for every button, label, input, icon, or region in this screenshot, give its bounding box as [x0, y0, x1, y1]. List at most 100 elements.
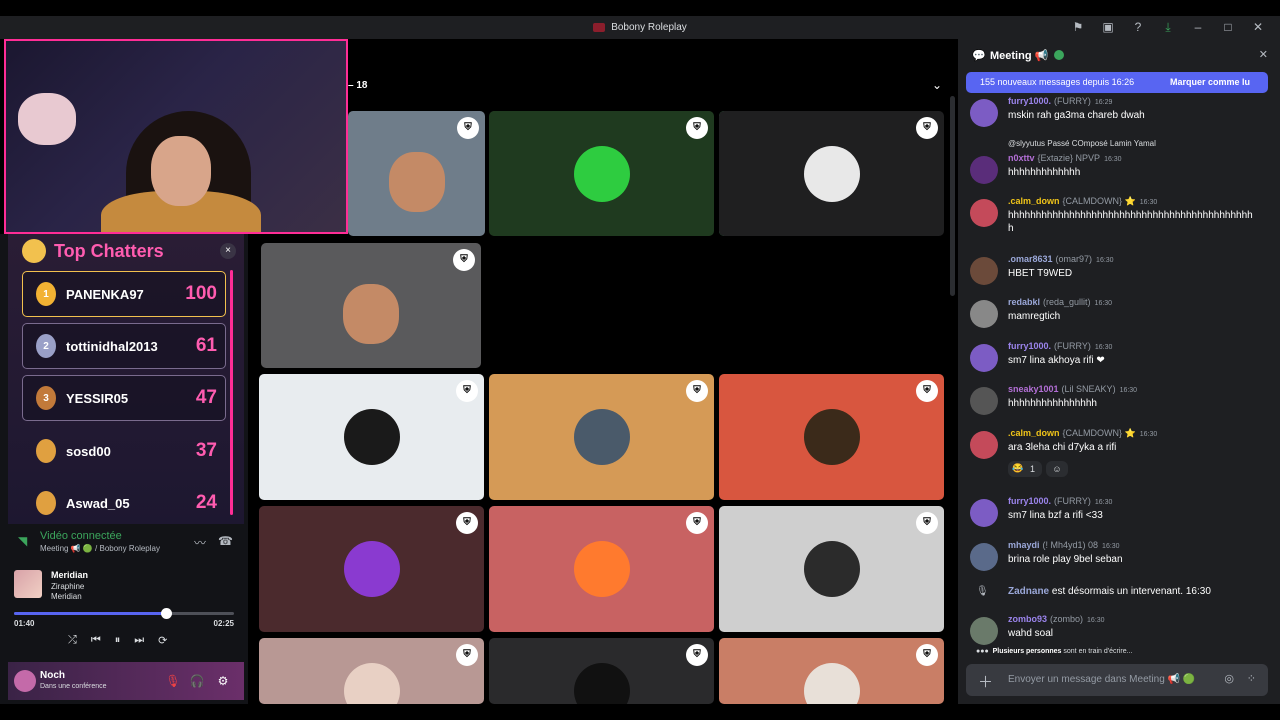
- help-icon[interactable]: ?: [1130, 20, 1146, 34]
- avatar[interactable]: [970, 156, 998, 184]
- message-author[interactable]: furry1000.: [1008, 496, 1051, 506]
- message-meta: .calm_down {CALMDOWN} ⭐ 16:30: [1008, 428, 1157, 439]
- avatar-tile[interactable]: ⛨: [489, 111, 714, 236]
- message-time: 16:30: [1102, 543, 1120, 550]
- top-chatters-header: Top Chatters ×: [8, 234, 244, 268]
- message-author[interactable]: furry1000.: [1008, 96, 1051, 106]
- top-chatters-scrollbar[interactable]: [230, 270, 233, 515]
- mute-mic-icon[interactable]: 🎙: [164, 672, 182, 690]
- shield-icon[interactable]: ⛨: [686, 644, 708, 666]
- shield-icon[interactable]: ⛨: [916, 644, 938, 666]
- shield-icon[interactable]: ⛨: [916, 117, 938, 139]
- video-tile[interactable]: ⛨: [261, 243, 481, 368]
- signal-icon[interactable]: ◥: [18, 534, 32, 548]
- avatar-tile[interactable]: ⛨: [489, 638, 714, 704]
- shield-icon[interactable]: ⛨: [686, 380, 708, 402]
- pause-icon[interactable]: ⏸: [115, 634, 121, 647]
- maximize-icon[interactable]: □: [1220, 20, 1236, 34]
- message-time: 16:30: [1094, 300, 1113, 307]
- add-reaction-icon[interactable]: ☺: [1046, 461, 1068, 477]
- avatar[interactable]: [970, 387, 998, 415]
- screen-icon[interactable]: ▣: [1100, 20, 1116, 34]
- grid-scrollbar[interactable]: [950, 96, 955, 296]
- video-tile[interactable]: ⛨: [348, 111, 485, 236]
- plus-icon[interactable]: ＋: [978, 671, 993, 692]
- headphones-icon[interactable]: 🎧: [188, 672, 206, 690]
- next-icon[interactable]: ⏭: [134, 634, 144, 647]
- repeat-icon[interactable]: ⟳: [158, 634, 167, 647]
- gif-icon[interactable]: ◎: [1224, 672, 1234, 685]
- close-chat-icon[interactable]: ✕: [1259, 48, 1268, 61]
- message-author[interactable]: .calm_down: [1008, 196, 1060, 206]
- avatar-tile[interactable]: ⛨: [719, 374, 944, 500]
- avatar[interactable]: [970, 300, 998, 328]
- shield-icon[interactable]: ⛨: [456, 380, 478, 402]
- voice-channel[interactable]: Meeting 📢 🟢 / Bobony Roleplay: [40, 544, 160, 553]
- avatar[interactable]: [970, 431, 998, 459]
- avatar[interactable]: [970, 99, 998, 127]
- reply-context[interactable]: @slyyutus Passé COmposé Lamin Yamal: [1008, 139, 1156, 148]
- avatar[interactable]: [970, 499, 998, 527]
- avatar-tile[interactable]: ⛨: [259, 506, 484, 632]
- message-author[interactable]: .omar8631: [1008, 254, 1053, 264]
- shield-icon[interactable]: ⛨: [453, 249, 475, 271]
- chevron-down-icon[interactable]: ⌄: [932, 78, 942, 92]
- apps-icon[interactable]: ⁘: [1247, 672, 1256, 685]
- message-author[interactable]: .calm_down: [1008, 428, 1060, 438]
- message-time: 16:30: [1119, 387, 1138, 394]
- new-messages-banner[interactable]: 155 nouveaux messages depuis 16:26 Marqu…: [966, 72, 1268, 93]
- avatar[interactable]: [970, 344, 998, 372]
- time-elapsed: 01:40: [14, 619, 35, 628]
- reaction-pill[interactable]: 😂 1: [1008, 461, 1042, 477]
- message-author[interactable]: n0xttv: [1008, 153, 1035, 163]
- shield-icon[interactable]: ⛨: [686, 117, 708, 139]
- message-tag: (omar97): [1055, 254, 1093, 264]
- avatar-tile[interactable]: ⛨: [489, 506, 714, 632]
- avatar[interactable]: [970, 199, 998, 227]
- mark-read-button[interactable]: Marquer comme lu: [1170, 77, 1250, 87]
- avatar[interactable]: [970, 617, 998, 645]
- close-icon[interactable]: ×: [220, 243, 236, 259]
- chatter-score: 61: [195, 335, 217, 356]
- progress-bar[interactable]: [14, 608, 234, 619]
- avatar-tile[interactable]: ⛨: [719, 506, 944, 632]
- system-text: est désormais un intervenant.: [1051, 586, 1184, 597]
- disconnect-icon[interactable]: ☎: [218, 534, 233, 548]
- previous-icon[interactable]: ⏮: [91, 634, 101, 647]
- shield-icon[interactable]: ⛨: [686, 512, 708, 534]
- avatar[interactable]: [970, 257, 998, 285]
- participant-avatar: [573, 145, 630, 202]
- avatar[interactable]: [970, 543, 998, 571]
- message-author[interactable]: sneaky1001: [1008, 384, 1059, 394]
- chatter-row: 3 YESSIR05 47: [22, 375, 226, 421]
- message-author[interactable]: redabkl: [1008, 297, 1040, 307]
- avatar-tile[interactable]: ⛨: [719, 638, 944, 704]
- avatar-tile[interactable]: ⛨: [489, 374, 714, 500]
- shield-icon[interactable]: ⛨: [916, 380, 938, 402]
- download-icon[interactable]: ⤓: [1160, 20, 1176, 34]
- shield-icon[interactable]: ⛨: [456, 644, 478, 666]
- avatar-tile[interactable]: ⛨: [259, 638, 484, 704]
- message-meta: n0xttv {Extazie} NPVP 16:30: [1008, 153, 1122, 163]
- avatar[interactable]: [14, 670, 36, 692]
- close-window-icon[interactable]: ✕: [1250, 20, 1266, 34]
- avatar-tile[interactable]: ⛨: [259, 374, 484, 500]
- noise-suppression-icon[interactable]: 〰: [194, 534, 206, 551]
- avatar-tile[interactable]: ⛨: [719, 111, 944, 236]
- shield-icon[interactable]: ⛨: [456, 512, 478, 534]
- message-input[interactable]: ＋ Envoyer un message dans Meeting 📢 🟢 ◎ …: [966, 664, 1268, 696]
- message-meta: .calm_down {CALMDOWN} ⭐ 16:30: [1008, 196, 1157, 207]
- flag-icon[interactable]: ⚑: [1070, 20, 1086, 34]
- minimize-icon[interactable]: –: [1190, 20, 1206, 34]
- shield-icon[interactable]: ⛨: [457, 117, 479, 139]
- progress-knob[interactable]: [160, 608, 172, 619]
- system-author[interactable]: Zadnane: [1008, 586, 1049, 597]
- shuffle-icon[interactable]: ⤮: [68, 634, 77, 647]
- reaction-count: 1: [1030, 464, 1036, 474]
- gear-icon[interactable]: ⚙: [214, 672, 232, 690]
- message-placeholder[interactable]: Envoyer un message dans Meeting 📢 🟢: [1008, 674, 1195, 685]
- shield-icon[interactable]: ⛨: [916, 512, 938, 534]
- message-author[interactable]: zombo93: [1008, 614, 1047, 624]
- message-author[interactable]: furry1000.: [1008, 341, 1051, 351]
- message-author[interactable]: mhaydi: [1008, 540, 1040, 550]
